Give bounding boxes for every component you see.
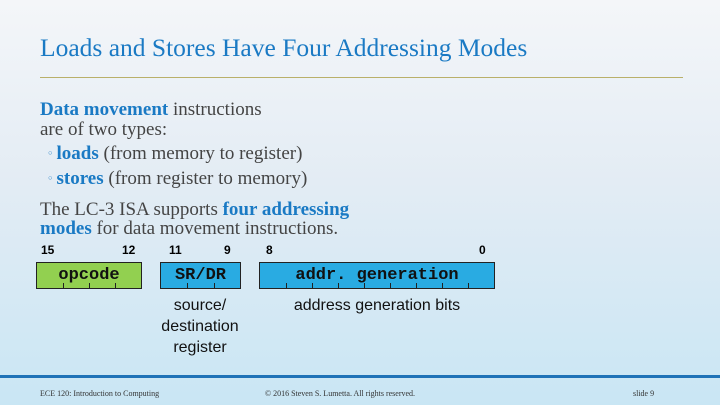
support-line-2: modes for data movement instructions.: [40, 219, 338, 238]
bullet-stores-bold: stores: [56, 168, 104, 189]
register-caption-line-1: source/: [173, 297, 227, 314]
opcode-field: opcode: [36, 262, 142, 289]
bullet-circle-icon: ◦: [47, 147, 54, 160]
support-emphasis-2: modes: [40, 218, 92, 239]
support-suffix: for data movement instructions.: [91, 218, 339, 239]
bullet-stores: ◦ stores (from register to memory): [47, 169, 307, 188]
bullet-loads: ◦ loads (from memory to register): [47, 144, 302, 163]
intro-line-2: are of two types:: [40, 119, 168, 140]
address-caption: address generation bits: [293, 297, 461, 314]
support-line-1: The LC-3 ISA supports four addressing: [40, 200, 349, 219]
bit-number-11: 11: [169, 243, 182, 257]
register-caption: source/ destination register: [150, 295, 250, 358]
support-emphasis-1: four addressing: [222, 199, 350, 220]
intro-emphasis: Data movement: [40, 99, 169, 120]
bit-number-8: 8: [266, 243, 273, 257]
slide-title: Loads and Stores Have Four Addressing Mo…: [40, 33, 528, 62]
intro-line-1: Data movement instructions: [40, 100, 262, 119]
register-caption-line-2: destination: [161, 318, 239, 335]
title-underline: [40, 77, 683, 78]
register-caption-line-3: register: [173, 339, 227, 356]
bit-number-9: 9: [224, 243, 231, 257]
footer-slide-number: slide 9: [633, 389, 655, 398]
intro-line-1-rest: instructions: [168, 99, 262, 120]
address-field: addr. generation: [259, 262, 495, 289]
address-label: addr. generation: [295, 266, 459, 285]
bit-number-0: 0: [479, 243, 486, 257]
opcode-label: opcode: [58, 266, 120, 285]
bit-number-12: 12: [122, 243, 136, 257]
bit-number-15: 15: [41, 243, 55, 257]
register-label: SR/DR: [174, 266, 226, 285]
footer-copyright: © 2016 Steven S. Lumetta. All rights res…: [265, 389, 416, 398]
footer-bar: [0, 375, 720, 378]
bullet-circle-icon: ◦: [47, 172, 54, 185]
register-field: SR/DR: [160, 262, 241, 289]
support-prefix: The LC-3 ISA supports: [40, 199, 223, 220]
bullet-loads-rest: (from memory to register): [98, 143, 303, 164]
footer-course: ECE 120: Introduction to Computing: [40, 389, 160, 398]
bullet-loads-bold: loads: [56, 143, 99, 164]
bullet-stores-rest: (from register to memory): [103, 168, 308, 189]
